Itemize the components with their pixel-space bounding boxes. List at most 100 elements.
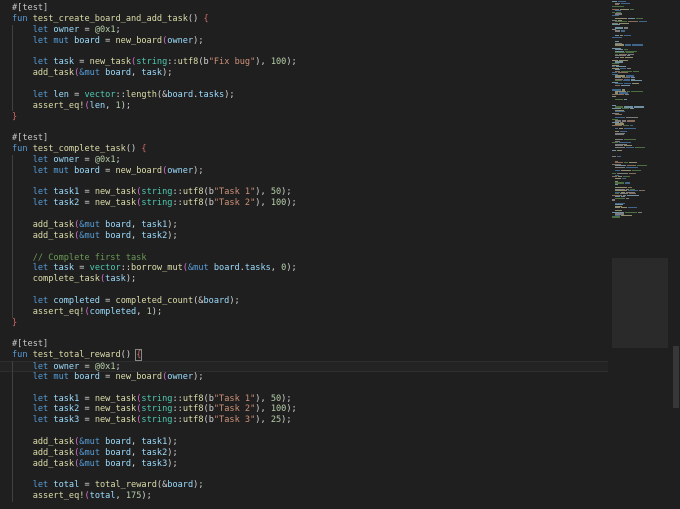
code-token: let — [12, 154, 54, 165]
code-token: utf8 — [182, 404, 204, 415]
code-token: board — [105, 230, 132, 241]
code-token: len — [53, 89, 69, 100]
code-token: // Complete first task — [12, 252, 147, 263]
vertical-scrollbar-track[interactable] — [672, 0, 680, 509]
vertical-scrollbar-thumb[interactable] — [673, 346, 679, 408]
code-token: 100 — [270, 57, 287, 68]
code-token: ); — [120, 100, 132, 111]
minimap-line — [612, 125, 622, 127]
code-token: tasks — [244, 263, 271, 274]
code-token: (& — [193, 295, 204, 306]
code-token: ); — [193, 165, 204, 176]
minimap-line — [629, 173, 636, 175]
code-token: ); — [151, 306, 163, 317]
code-line-content: fun test_total_reward() { — [12, 349, 143, 362]
code-token: string — [141, 187, 173, 198]
code-token: board — [167, 89, 194, 100]
code-token: ), — [255, 393, 271, 404]
code-token: { — [135, 349, 143, 362]
code-token: &mut — [79, 458, 106, 469]
code-token: let — [12, 89, 54, 100]
code-token: ), — [255, 415, 271, 426]
code-token: ); — [167, 437, 178, 447]
code-token: 175 — [125, 491, 142, 502]
code-token: #[test] — [12, 339, 49, 350]
code-token: add_task — [32, 437, 75, 447]
code-token: owner — [53, 362, 80, 373]
minimap-line — [615, 183, 618, 186]
minimap-line — [624, 98, 627, 100]
code-token: "Task 3" — [213, 415, 256, 426]
code-token: ); — [167, 230, 178, 241]
minimap-line — [626, 117, 638, 119]
code-line-content: let mut board = new_board(owner); — [12, 166, 204, 177]
minimap-line — [635, 146, 645, 148]
minimap-line — [628, 18, 635, 20]
minimap-line — [621, 207, 627, 209]
code-token: utf8 — [182, 393, 204, 404]
code-token: (b — [203, 187, 214, 198]
code-token: let — [12, 187, 54, 198]
code-token: , — [131, 230, 142, 241]
minimap-line — [621, 84, 630, 86]
minimap[interactable] — [612, 0, 668, 509]
code-token: let — [12, 263, 54, 274]
code-token: ); — [141, 491, 152, 502]
minimap-line — [630, 107, 634, 110]
code-token: , — [131, 458, 142, 469]
code-token: task — [53, 263, 75, 274]
code-token: owner — [167, 165, 194, 176]
minimap-line — [639, 190, 645, 192]
code-token: , — [131, 220, 142, 230]
code-token: ); — [229, 295, 240, 306]
code-line-content: add_task(&mut board, task); — [12, 68, 173, 79]
minimap-line — [620, 56, 624, 58]
code-line-content: assert_eq!(len, 1); — [12, 101, 131, 112]
code-token: string — [141, 415, 173, 426]
code-token: :: — [172, 393, 183, 404]
code-token: :: — [115, 89, 126, 100]
code-token: assert_eq! — [32, 491, 85, 502]
code-token: ); — [281, 187, 292, 198]
code-token: ); — [162, 68, 173, 79]
code-token: task3 — [53, 415, 80, 426]
code-token: board — [74, 35, 100, 46]
minimap-line — [625, 56, 633, 58]
code-token: ; — [115, 24, 121, 35]
code-token: :: — [167, 57, 178, 68]
code-line-content: } — [12, 318, 17, 329]
code-line[interactable]: let owner = @0x1; — [0, 361, 608, 373]
code-token: utf8 — [177, 57, 199, 68]
code-token: test_complete_task — [32, 144, 126, 155]
code-token: "Fix bug" — [208, 57, 256, 68]
code-token: test_total_reward — [32, 350, 121, 361]
code-token: task — [105, 274, 126, 285]
code-token: new_task — [94, 198, 137, 209]
code-token: utf8 — [182, 187, 204, 198]
code-token: board — [74, 371, 100, 382]
minimap-line — [615, 44, 624, 46]
code-token: ); — [224, 89, 235, 100]
code-token: = — [79, 187, 95, 198]
code-token: add_task — [32, 68, 75, 79]
code-token: board — [105, 220, 132, 230]
code-token: = — [99, 371, 116, 382]
code-token: assert_eq! — [32, 306, 85, 317]
code-token: = — [79, 24, 95, 35]
code-editor[interactable]: #[test] fun test_create_board_and_add_tas… — [0, 0, 610, 509]
code-token: "Task 2" — [213, 404, 256, 415]
minimap-line — [624, 138, 636, 141]
code-token: = — [79, 404, 95, 415]
code-token: ), — [255, 187, 271, 198]
code-line-content: assert_eq!(completed, 1); — [12, 307, 162, 318]
code-token: new_task — [94, 187, 137, 198]
minimap-line — [620, 67, 626, 69]
code-token: { — [141, 144, 147, 155]
code-line-content: add_task(&mut board, task3); — [12, 459, 178, 470]
code-token: let — [12, 480, 54, 491]
minimap-line — [624, 128, 636, 130]
code-token: @0x1 — [94, 24, 116, 35]
